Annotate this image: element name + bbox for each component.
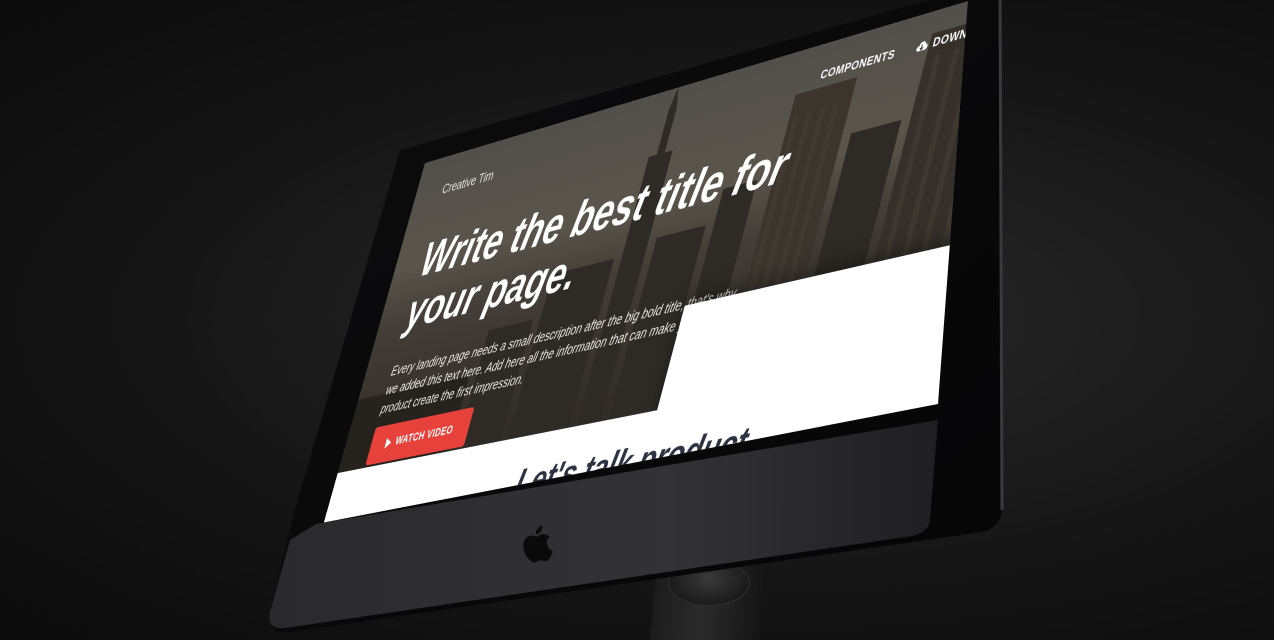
play-icon xyxy=(384,437,393,449)
watch-video-label: WATCH VIDEO xyxy=(393,423,455,448)
mockup-stage: Creative Tim COMPONENTS DOWNLOAD xyxy=(0,0,1274,640)
apple-logo-icon xyxy=(523,525,553,563)
